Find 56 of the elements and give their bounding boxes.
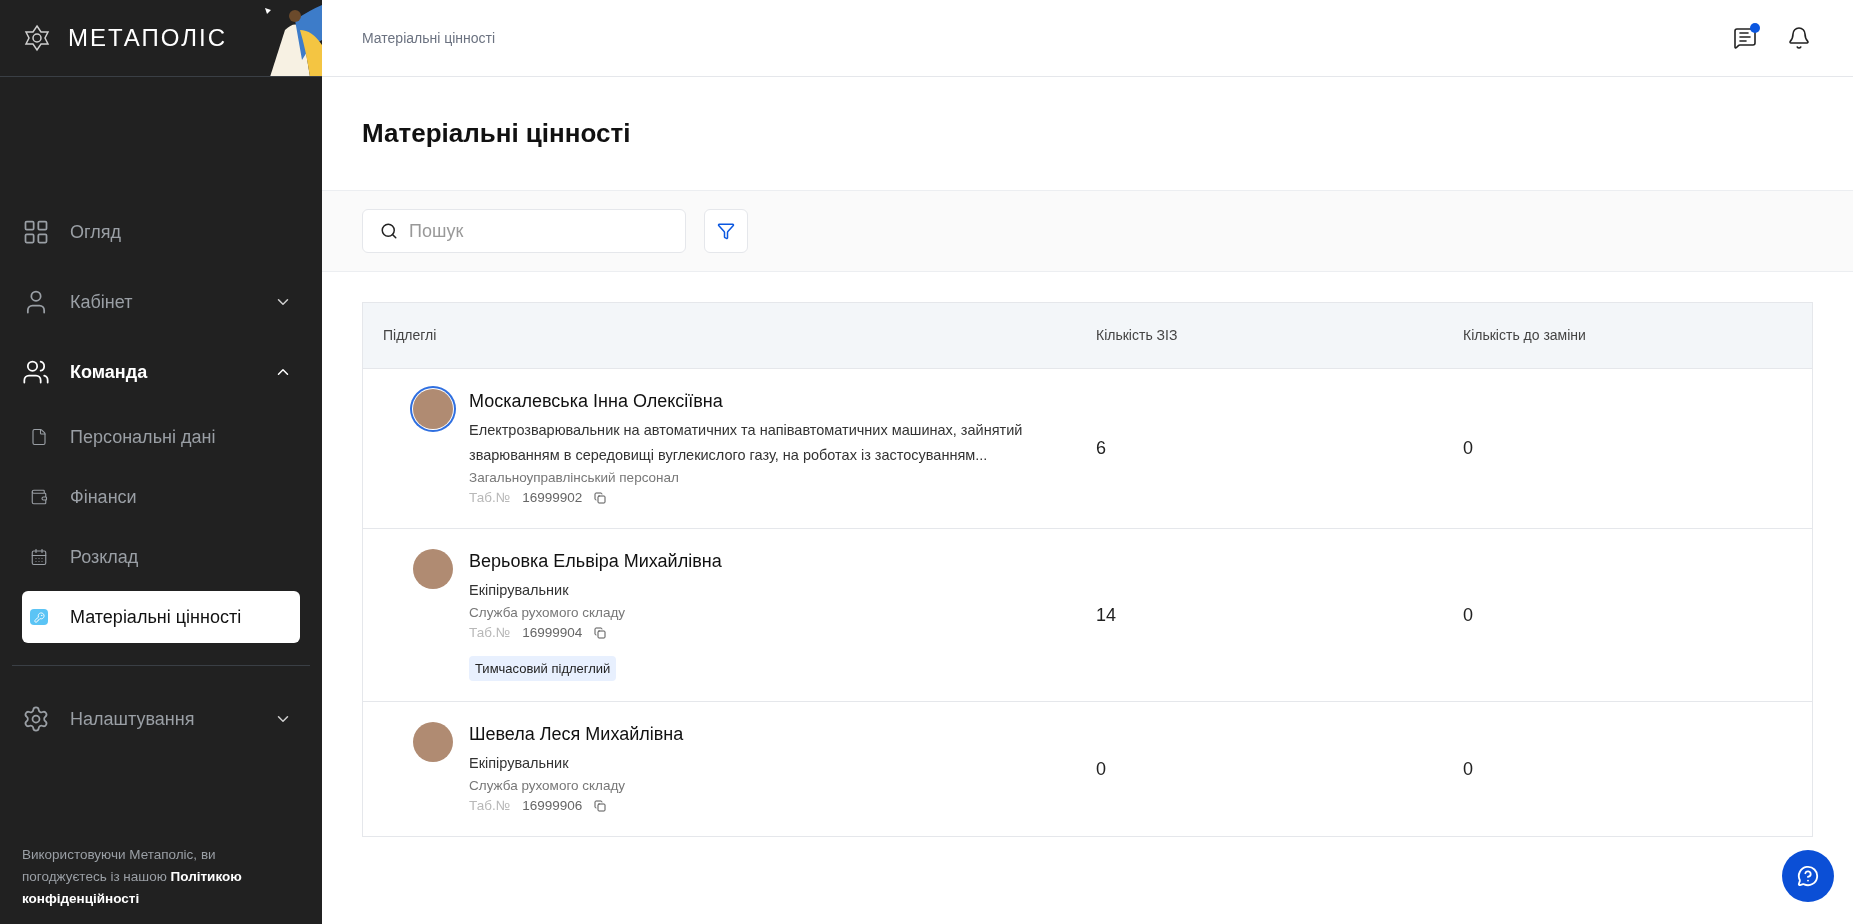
sidebar-item[interactable]: Налаштування bbox=[22, 684, 300, 754]
sidebar-item[interactable]: Огляд bbox=[22, 197, 300, 267]
chat-button[interactable] bbox=[1733, 26, 1757, 50]
department-text: Служба рухомого складу bbox=[469, 777, 627, 795]
settings-icon bbox=[22, 705, 50, 733]
table-cell-text: 0 bbox=[1463, 437, 1473, 461]
table-cell-text: 0 bbox=[1463, 603, 1473, 627]
table-cell-text: 14 bbox=[1096, 603, 1117, 627]
sidebar-item[interactable]: Команда bbox=[22, 337, 300, 407]
sidebar-subitem[interactable]: Матеріальні цінності bbox=[22, 591, 300, 643]
tab-number-label: Таб.№ bbox=[469, 489, 511, 507]
status-tag: Тимчасовий підлеглий bbox=[469, 655, 617, 681]
help-icon bbox=[1797, 865, 1819, 887]
copy-icon[interactable] bbox=[594, 627, 607, 640]
calendar-icon bbox=[30, 548, 48, 566]
tab-number: 16999904 bbox=[522, 624, 583, 643]
search-field[interactable]: Пошук bbox=[362, 209, 686, 253]
logo-icon bbox=[22, 23, 52, 53]
tab-number: 16999906 bbox=[522, 797, 583, 815]
logo-text: МЕТАПОЛІС bbox=[68, 23, 227, 53]
key-icon bbox=[30, 609, 48, 625]
breadcrumb[interactable]: Матеріальні цінності bbox=[362, 27, 1733, 49]
job-title: Електрозварювальник на автоматичних та напівавтоматичних машинах, зайнятий зварюванням в середовищі вуглекислого газу, на роботах із застосуванням... bbox=[469, 421, 1024, 465]
sidebar-subitem[interactable]: Персональні дані bbox=[22, 411, 300, 463]
bell-icon[interactable] bbox=[1787, 26, 1811, 50]
department-text: Загальноуправлінський персонал bbox=[469, 469, 680, 487]
privacy-notice: Використовуючи Метаполіс, ви погоджуєтесь із нашою Політикою конфіденційності bbox=[21, 846, 243, 908]
job-title: Екіпірувальник bbox=[469, 581, 570, 601]
help-button[interactable] bbox=[1782, 850, 1834, 902]
sidebar-subitem[interactable]: Розклад bbox=[22, 531, 300, 583]
column-header: Кількість до заміни bbox=[1463, 326, 1587, 345]
sidebar-item[interactable]: Кабінет bbox=[22, 267, 300, 337]
wallet-icon bbox=[30, 488, 48, 506]
tab-number-label: Таб.№ bbox=[469, 624, 511, 643]
tab-number: 16999902 bbox=[522, 489, 583, 507]
employee-name: Москалевська Інна Олексіївна bbox=[469, 390, 724, 413]
page-title: Матеріальні цінності bbox=[362, 117, 631, 150]
tab-number-label: Таб.№ bbox=[469, 797, 511, 815]
table-cell-text: 0 bbox=[1463, 757, 1473, 781]
employee-name: Верьовка Ельвіра Михайлівна bbox=[469, 550, 723, 574]
document-icon bbox=[30, 428, 48, 446]
grid-icon bbox=[22, 218, 50, 246]
column-header: Кількість ЗІЗ bbox=[1096, 326, 1179, 345]
copy-icon[interactable] bbox=[594, 492, 607, 505]
search-icon bbox=[380, 222, 398, 240]
table-cell-text: 6 bbox=[1096, 437, 1106, 461]
filter-icon bbox=[717, 222, 735, 240]
table-cell-text: 0 bbox=[1096, 757, 1106, 781]
sidebar-subitem[interactable]: Фінанси bbox=[22, 471, 300, 523]
team-icon bbox=[22, 358, 50, 386]
filter-button[interactable] bbox=[704, 209, 748, 253]
department-text: Служба рухомого складу bbox=[469, 604, 627, 623]
job-title: Екіпірувальник bbox=[469, 754, 570, 773]
column-header: Підлеглі bbox=[382, 326, 438, 345]
employee-name: Шевела Леся Михайлівна bbox=[469, 723, 685, 746]
copy-icon[interactable] bbox=[594, 800, 607, 813]
